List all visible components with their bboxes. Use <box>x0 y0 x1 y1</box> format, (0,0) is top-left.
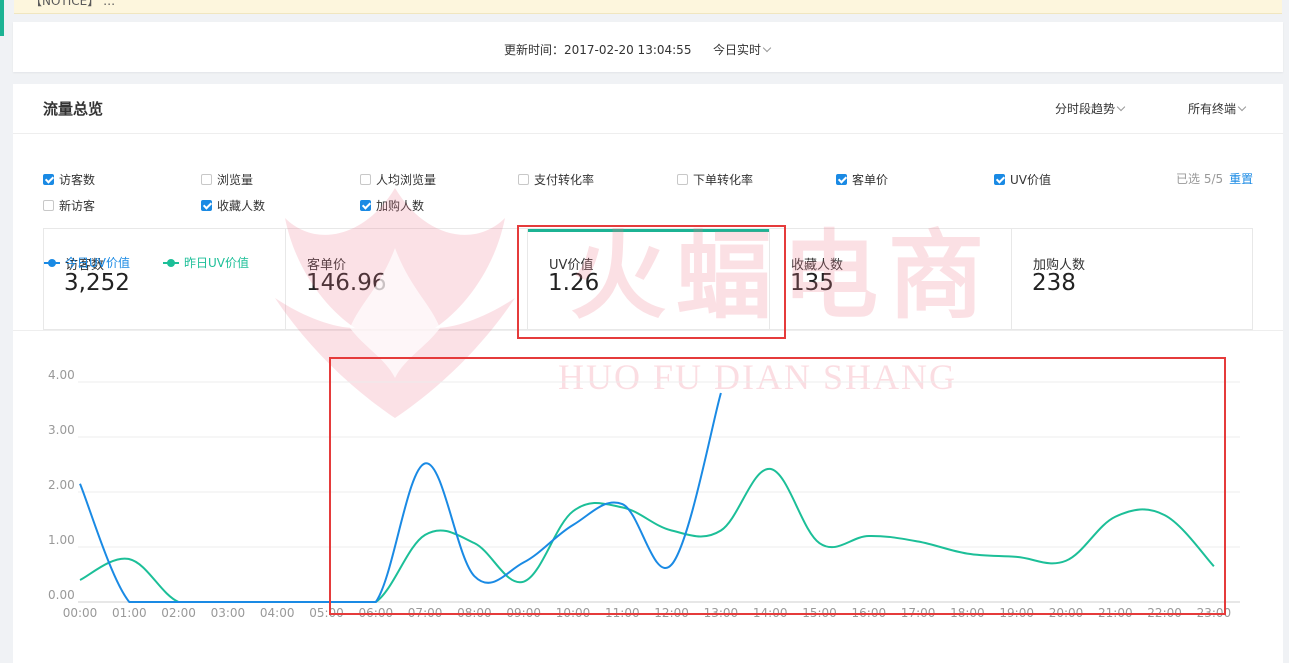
x-tick-label: 07:00 <box>408 606 443 620</box>
x-tick-label: 21:00 <box>1098 606 1133 620</box>
legend-marker-today <box>44 258 60 267</box>
legend-label-yesterday: 昨日UV价值 <box>184 256 249 270</box>
y-tick-label: 0.00 <box>48 588 75 602</box>
x-tick-label: 17:00 <box>901 606 936 620</box>
x-tick-label: 20:00 <box>1049 606 1084 620</box>
series-line-yesterday <box>79 467 1215 604</box>
x-tick-label: 11:00 <box>605 606 640 620</box>
x-tick-label: 15:00 <box>802 606 837 620</box>
x-tick-label: 01:00 <box>112 606 147 620</box>
legend-today[interactable]: 今日UV价值 <box>44 254 130 271</box>
x-tick-label: 05:00 <box>309 606 344 620</box>
x-tick-label: 03:00 <box>211 606 246 620</box>
y-tick-label: 1.00 <box>48 533 75 547</box>
x-tick-label: 19:00 <box>999 606 1034 620</box>
x-tick-label: 06:00 <box>359 606 394 620</box>
x-tick-label: 18:00 <box>950 606 985 620</box>
x-tick-label: 23:00 <box>1197 606 1232 620</box>
legend-marker-yesterday <box>163 258 179 267</box>
legend-label-today: 今日UV价值 <box>65 256 130 270</box>
series-line-today <box>79 392 722 604</box>
x-tick-label: 00:00 <box>63 606 98 620</box>
legend-yesterday[interactable]: 昨日UV价值 <box>163 254 249 271</box>
x-tick-label: 12:00 <box>654 606 689 620</box>
x-tick-label: 04:00 <box>260 606 295 620</box>
y-tick-label: 3.00 <box>48 423 75 437</box>
x-tick-label: 10:00 <box>556 606 591 620</box>
x-tick-label: 13:00 <box>704 606 739 620</box>
uv-value-chart: 0.00 1.00 2.00 3.00 4.00 00:00 01:00 02:00 03:00… <box>48 368 1240 620</box>
x-tick-label: 16:00 <box>852 606 887 620</box>
x-tick-label: 09:00 <box>506 606 541 620</box>
x-tick-label: 02:00 <box>161 606 196 620</box>
x-tick-label: 22:00 <box>1147 606 1182 620</box>
x-tick-label: 14:00 <box>753 606 788 620</box>
y-tick-label: 4.00 <box>48 368 75 382</box>
x-tick-label: 08:00 <box>457 606 492 620</box>
y-tick-label: 2.00 <box>48 478 75 492</box>
